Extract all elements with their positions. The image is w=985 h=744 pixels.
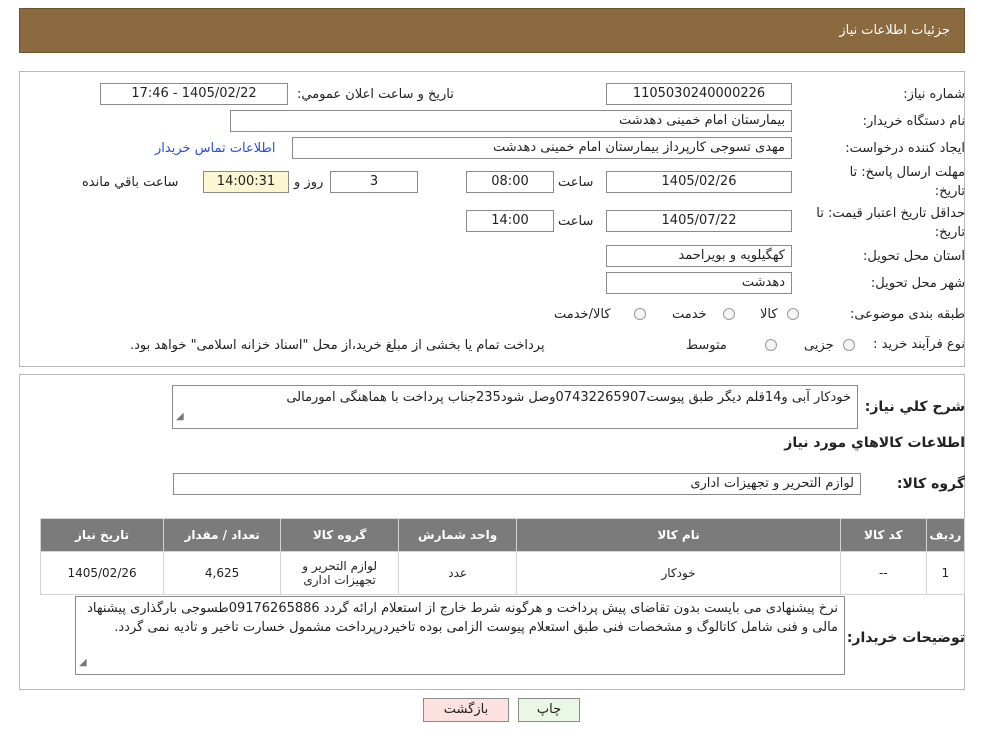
col-header-code: کد کالا bbox=[839, 518, 927, 552]
validity-label-line2: تاریخ: bbox=[934, 225, 965, 240]
deadline-label-line1: مهلت ارسال پاسخ: تا bbox=[849, 165, 965, 180]
goods-section-title: اطلاعات كالاهاي مورد نياز bbox=[784, 435, 965, 451]
cell-quantity: 4,625 bbox=[163, 551, 282, 595]
cell-unit: عدد bbox=[398, 551, 518, 595]
back-button[interactable]: بازگشت bbox=[423, 698, 509, 722]
summary-text: خودکار آبی و14قلم دیگر طبق پیوست07432265… bbox=[286, 390, 851, 405]
category-label: طبقه بندی موضوعی: bbox=[849, 307, 965, 322]
process-radio-minor[interactable] bbox=[843, 339, 855, 351]
goods-table: رديف کد کالا نام کالا واحد شمارش گروه کا… bbox=[39, 518, 966, 595]
province-label: استان محل تحويل: bbox=[863, 249, 965, 264]
page-title: جزئیات اطلاعات نیاز bbox=[839, 23, 950, 38]
validity-time-label: ساعت bbox=[558, 214, 594, 229]
category-option-goods: کالا bbox=[760, 307, 778, 322]
cell-row-number: 1 bbox=[925, 551, 966, 595]
deadline-time-field[interactable]: 08:00 bbox=[466, 171, 554, 193]
col-header-quantity: تعداد / مقدار bbox=[163, 518, 282, 552]
remaining-time-field: 14:00:31 bbox=[203, 171, 289, 193]
col-header-row-number: رديف bbox=[925, 518, 966, 552]
page-header: جزئیات اطلاعات نیاز bbox=[19, 8, 965, 53]
buyer-notes-text: نرخ پیشنهادی می بایست بدون تقاضای پیش پر… bbox=[87, 601, 838, 635]
process-radio-medium[interactable] bbox=[765, 339, 777, 351]
resize-grip-icon[interactable]: ◢ bbox=[79, 653, 87, 672]
table-row[interactable]: 1 -- خودکار عدد لوازم التحرير و تجهيزات … bbox=[39, 551, 966, 595]
cell-date: 1405/02/26 bbox=[39, 551, 165, 595]
city-field[interactable]: دهدشت bbox=[606, 272, 792, 294]
goods-group-field[interactable]: لوازم التحرير و تجهيزات اداری bbox=[173, 473, 861, 495]
col-header-name: نام کالا bbox=[516, 518, 841, 552]
process-option-minor: جزیی bbox=[804, 338, 834, 353]
validity-time-field[interactable]: 14:00 bbox=[466, 210, 554, 232]
buyer-org-label: نام دستگاه خريدار: bbox=[862, 114, 965, 129]
days-label: روز و bbox=[294, 175, 324, 190]
requester-field[interactable]: مهدی تسوجی کارپرداز بیمارستان امام خمینی… bbox=[292, 137, 792, 159]
print-button[interactable]: چاپ bbox=[518, 698, 580, 722]
validity-label: حداقل تاريخ اعتبار قيمت: تا تاریخ: bbox=[816, 206, 965, 240]
validity-label-line1: حداقل تاريخ اعتبار قيمت: تا bbox=[816, 206, 965, 221]
requester-label: ايجاد كننده درخواست: bbox=[845, 141, 965, 156]
cell-code: -- bbox=[839, 551, 927, 595]
summary-label: شرح كلي نياز: bbox=[864, 399, 965, 415]
deadline-date-field[interactable]: 1405/02/26 bbox=[606, 171, 792, 193]
announce-date-label: تاریخ و ساعت اعلان عمومي: bbox=[297, 87, 454, 102]
validity-date-field[interactable]: 1405/07/22 bbox=[606, 210, 792, 232]
category-radio-goods-service[interactable] bbox=[634, 308, 646, 320]
col-header-group: گروه کالا bbox=[280, 518, 400, 552]
goods-group-label: گروه کالا: bbox=[896, 476, 965, 492]
category-radio-goods[interactable] bbox=[787, 308, 799, 320]
deadline-label-line2: تاریخ: bbox=[934, 184, 965, 199]
deadline-label: مهلت ارسال پاسخ: تا تاریخ: bbox=[850, 165, 965, 199]
need-number-label: شماره نیاز: bbox=[903, 87, 965, 102]
process-type-label: نوع فرآيند خريد : bbox=[873, 337, 965, 352]
buyer-notes-label: توضیحات خريدار: bbox=[846, 630, 965, 646]
need-number-field[interactable]: 1105030240000226 bbox=[606, 83, 792, 105]
category-radio-service[interactable] bbox=[723, 308, 735, 320]
resize-grip-icon[interactable]: ◢ bbox=[176, 407, 184, 426]
category-option-service: خدمت bbox=[672, 307, 707, 322]
col-header-unit: واحد شمارش bbox=[398, 518, 518, 552]
process-option-medium: متوسط bbox=[686, 338, 727, 353]
summary-textarea[interactable]: خودکار آبی و14قلم دیگر طبق پیوست07432265… bbox=[172, 385, 858, 429]
cell-name: خودکار bbox=[516, 551, 841, 595]
remaining-time-label: ساعت باقي مانده bbox=[82, 175, 179, 190]
table-header-row: رديف کد کالا نام کالا واحد شمارش گروه کا… bbox=[39, 518, 966, 552]
deadline-time-label: ساعت bbox=[558, 175, 594, 190]
cell-group: لوازم التحرير و تجهيزات اداری bbox=[280, 551, 400, 595]
buyer-contact-link[interactable]: اطلاعات تماس خريدار bbox=[155, 141, 275, 156]
category-option-goods-service: کالا/خدمت bbox=[554, 307, 611, 322]
city-label: شهر محل تحويل: bbox=[870, 276, 965, 291]
announce-date-field[interactable]: 1405/02/22 - 17:46 bbox=[100, 83, 288, 105]
buyer-notes-textarea[interactable]: نرخ پیشنهادی می بایست بدون تقاضای پیش پر… bbox=[75, 596, 845, 675]
buyer-org-field[interactable]: بیمارستان امام خمینی دهدشت bbox=[230, 110, 792, 132]
col-header-date: تاريخ نياز bbox=[39, 518, 165, 552]
days-remaining-field[interactable]: 3 bbox=[330, 171, 418, 193]
treasury-note: پرداخت تمام یا بخشی از مبلغ خرید،از محل … bbox=[130, 338, 545, 353]
province-field[interactable]: کهگیلویه و بویراحمد bbox=[606, 245, 792, 267]
